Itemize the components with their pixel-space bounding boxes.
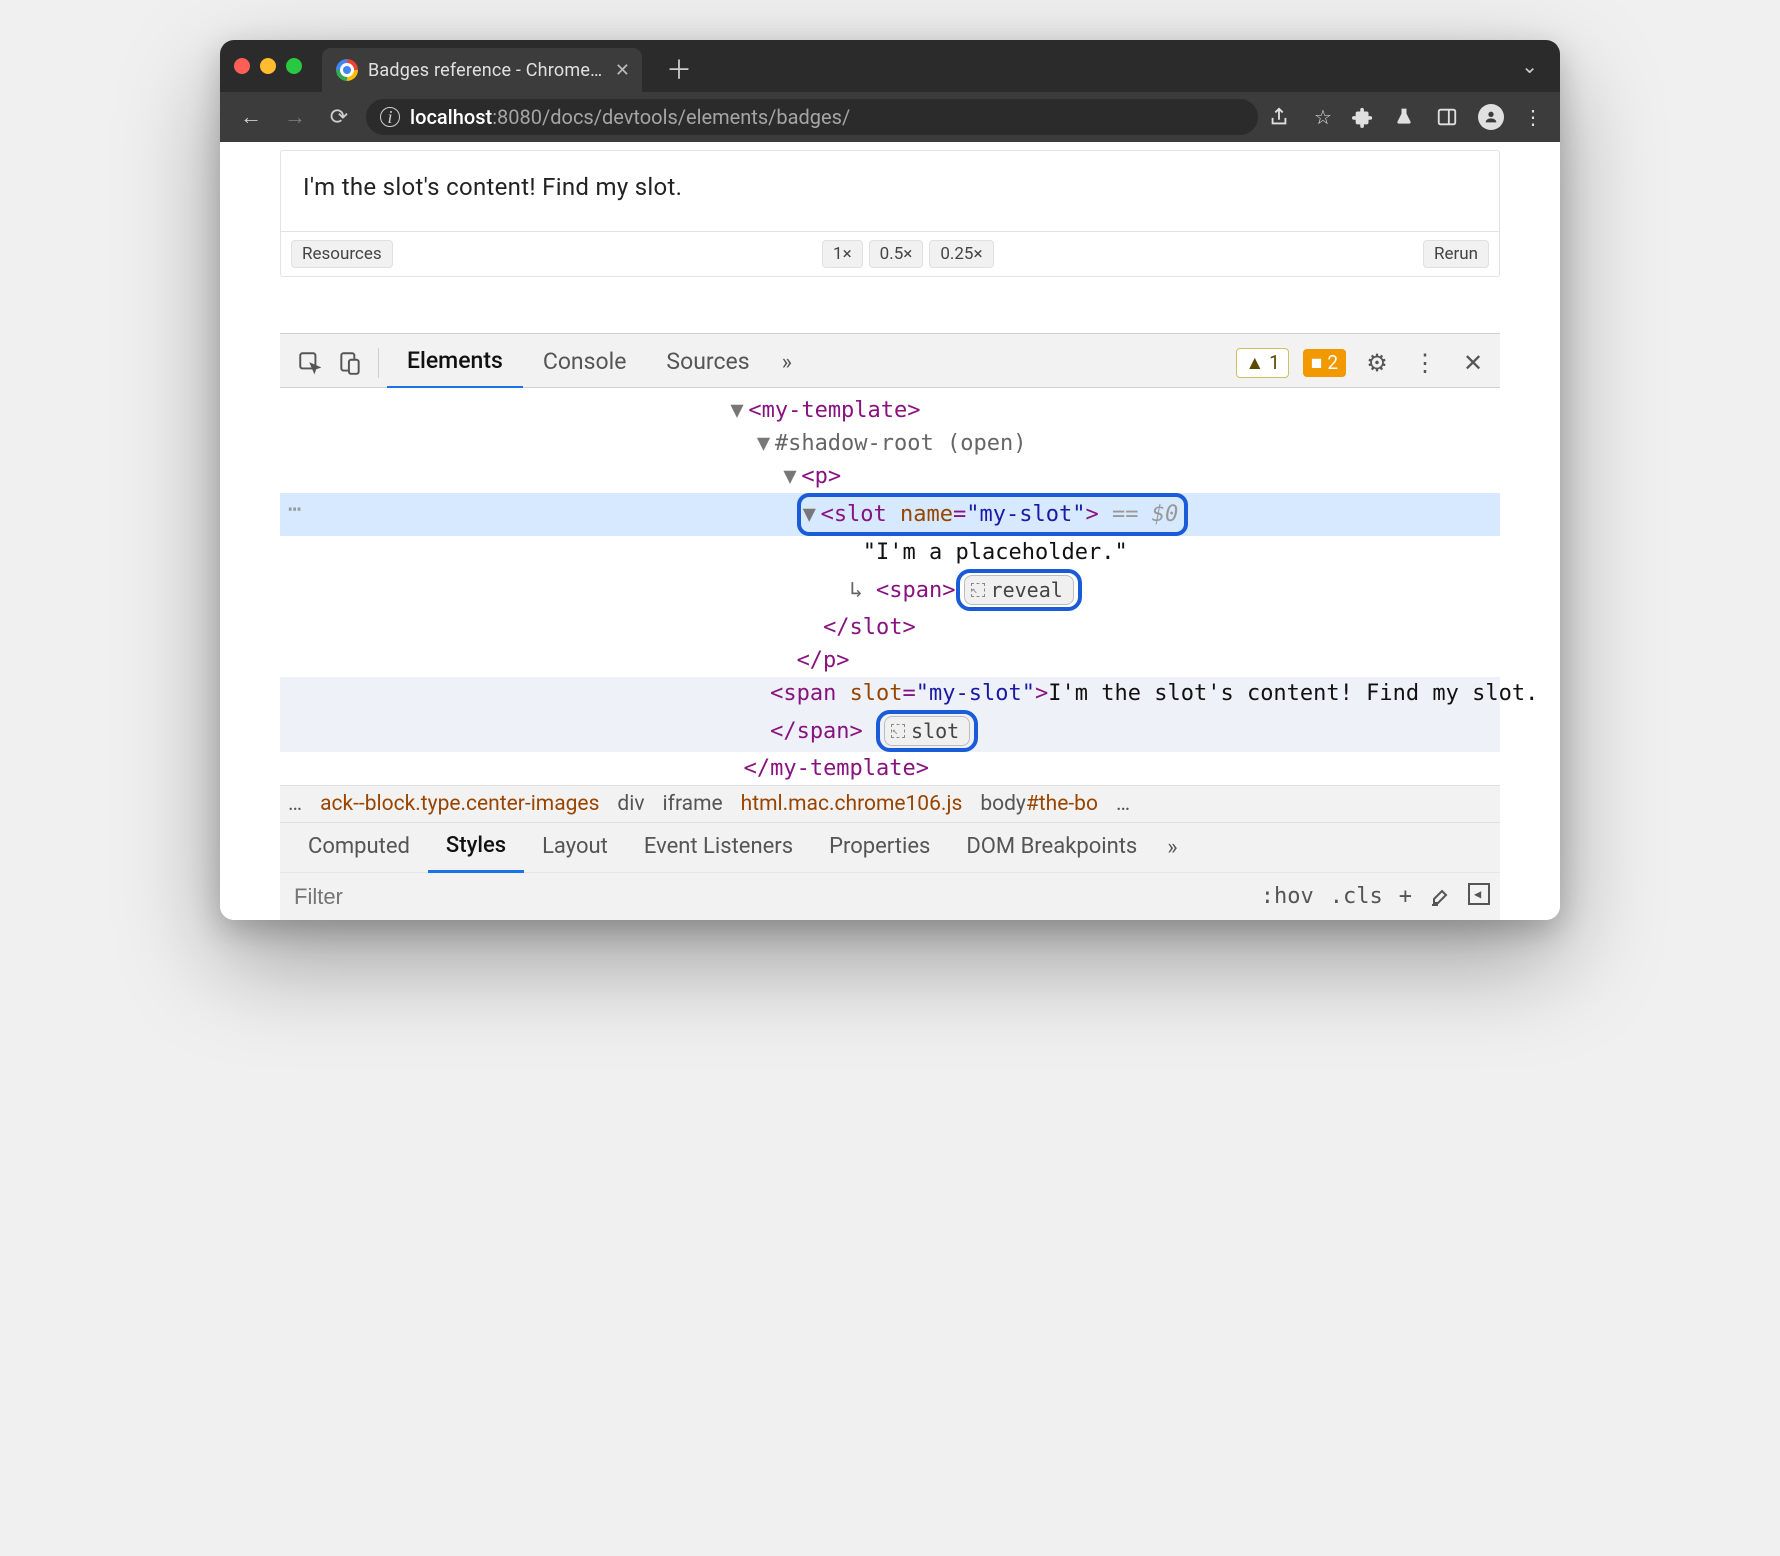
tab-event-listeners[interactable]: Event Listeners bbox=[626, 824, 811, 871]
devtools-panel: Elements Console Sources » ▲ 1 ■ 2 ⚙ ⋮ ✕… bbox=[280, 333, 1500, 920]
close-devtools-icon[interactable]: ✕ bbox=[1456, 349, 1490, 377]
separator bbox=[378, 348, 379, 378]
warnings-badge[interactable]: ▲ 1 bbox=[1236, 348, 1289, 378]
dom-node[interactable]: </my-template> bbox=[280, 752, 1500, 785]
styles-filter-bar: :hov .cls + bbox=[280, 872, 1500, 920]
demo-container: I'm the slot's content! Find my slot. Re… bbox=[280, 150, 1500, 277]
extensions-puzzle-icon[interactable] bbox=[1352, 106, 1378, 128]
titlebar: Badges reference - Chrome De ✕ ＋ ⌄ bbox=[220, 40, 1560, 92]
browser-tab[interactable]: Badges reference - Chrome De ✕ bbox=[322, 48, 642, 92]
breadcrumb-item[interactable]: div bbox=[617, 792, 644, 816]
url-input[interactable]: i localhost:8080/docs/devtools/elements/… bbox=[366, 99, 1258, 135]
url-host: localhost:8080/docs/devtools/elements/ba… bbox=[410, 105, 850, 129]
paint-brush-icon[interactable] bbox=[1428, 885, 1452, 909]
slot-badge[interactable]: slot bbox=[884, 716, 970, 746]
toolbar-actions: ☆ ⋮ bbox=[1268, 104, 1546, 130]
reveal-badge-highlight: reveal bbox=[956, 569, 1082, 611]
forward-button[interactable]: → bbox=[278, 104, 312, 130]
dom-slotted-node[interactable]: ↳ <span>reveal bbox=[280, 569, 1500, 611]
close-window-button[interactable] bbox=[234, 58, 250, 74]
side-panel-icon[interactable] bbox=[1436, 106, 1462, 128]
toggle-sidebar-icon[interactable] bbox=[1468, 883, 1490, 911]
row-actions-icon[interactable]: ⋯ bbox=[288, 493, 303, 526]
breadcrumb-ellipsis[interactable]: … bbox=[1116, 792, 1130, 816]
zoom-1x-button[interactable]: 1× bbox=[822, 240, 863, 268]
tab-layout[interactable]: Layout bbox=[524, 824, 626, 871]
browser-window: Badges reference - Chrome De ✕ ＋ ⌄ ← → ⟳… bbox=[220, 40, 1560, 920]
minimize-window-button[interactable] bbox=[260, 58, 276, 74]
settings-gear-icon[interactable]: ⚙ bbox=[1360, 349, 1394, 377]
device-toggle-icon[interactable] bbox=[330, 343, 370, 383]
demo-footer: Resources 1× 0.5× 0.25× Rerun bbox=[281, 231, 1499, 276]
kebab-menu-icon[interactable]: ⋮ bbox=[1520, 105, 1546, 129]
more-tabs-icon[interactable]: » bbox=[770, 350, 804, 375]
toggle-hover-button[interactable]: :hov bbox=[1261, 884, 1314, 909]
back-button[interactable]: ← bbox=[234, 104, 268, 130]
traffic-lights bbox=[234, 58, 302, 74]
breadcrumb-item[interactable]: iframe bbox=[663, 792, 723, 816]
errors-count: 2 bbox=[1327, 351, 1338, 374]
slot-badge-highlight: slot bbox=[876, 710, 978, 752]
breadcrumb-item[interactable]: html.mac.chrome106.js bbox=[741, 792, 963, 816]
labs-flask-icon[interactable] bbox=[1394, 106, 1420, 128]
address-bar: ← → ⟳ i localhost:8080/docs/devtools/ele… bbox=[220, 92, 1560, 142]
devtools-menu-icon[interactable]: ⋮ bbox=[1408, 349, 1442, 377]
dom-node[interactable]: </p> bbox=[280, 644, 1500, 677]
chrome-favicon-icon bbox=[336, 59, 358, 81]
reveal-icon bbox=[971, 583, 985, 597]
tab-list-chevron-icon[interactable]: ⌄ bbox=[1521, 54, 1538, 78]
tab-console[interactable]: Console bbox=[523, 338, 647, 387]
new-tab-button[interactable]: ＋ bbox=[652, 50, 706, 87]
dom-tree[interactable]: ▼<my-template> ▼#shadow-root (open) ▼<p>… bbox=[280, 388, 1500, 785]
dom-node-continued[interactable]: </span> slot bbox=[280, 710, 1500, 752]
tab-styles[interactable]: Styles bbox=[428, 823, 524, 873]
tab-computed[interactable]: Computed bbox=[290, 824, 428, 871]
dom-node[interactable]: ▼<my-template> bbox=[280, 394, 1500, 427]
styles-filter-input[interactable] bbox=[290, 884, 1245, 910]
new-style-rule-button[interactable]: + bbox=[1399, 884, 1412, 909]
tab-title: Badges reference - Chrome De bbox=[368, 60, 605, 81]
toggle-class-button[interactable]: .cls bbox=[1330, 884, 1383, 909]
profile-avatar-icon[interactable] bbox=[1478, 104, 1504, 130]
tab-dom-breakpoints[interactable]: DOM Breakpoints bbox=[948, 824, 1155, 871]
dom-node[interactable]: <span slot="my-slot">I'm the slot's cont… bbox=[280, 677, 1500, 710]
warnings-count: 1 bbox=[1269, 351, 1280, 374]
close-tab-icon[interactable]: ✕ bbox=[615, 60, 630, 81]
tab-elements[interactable]: Elements bbox=[387, 337, 523, 389]
breadcrumb-item[interactable]: ack--block.type.center-images bbox=[320, 792, 599, 816]
reveal-label: reveal bbox=[991, 575, 1063, 605]
tab-sources[interactable]: Sources bbox=[646, 338, 769, 387]
errors-badge[interactable]: ■ 2 bbox=[1303, 349, 1346, 377]
share-icon[interactable] bbox=[1268, 106, 1294, 128]
slot-icon bbox=[891, 724, 905, 738]
dom-node[interactable]: </slot> bbox=[280, 611, 1500, 644]
rerun-button[interactable]: Rerun bbox=[1423, 240, 1489, 268]
dom-text-node[interactable]: "I'm a placeholder." bbox=[280, 536, 1500, 569]
breadcrumb-item[interactable]: body#the-bo bbox=[980, 792, 1098, 816]
reveal-badge[interactable]: reveal bbox=[964, 575, 1074, 605]
zoom-quarter-button[interactable]: 0.25× bbox=[929, 240, 993, 268]
page-viewport: I'm the slot's content! Find my slot. Re… bbox=[220, 142, 1560, 920]
bookmark-star-icon[interactable]: ☆ bbox=[1310, 105, 1336, 129]
inspect-element-icon[interactable] bbox=[290, 343, 330, 383]
maximize-window-button[interactable] bbox=[286, 58, 302, 74]
selection-highlight: ▼<slot name="my-slot"> == $0 bbox=[797, 493, 1189, 536]
site-info-icon[interactable]: i bbox=[380, 107, 400, 127]
slot-badge-label: slot bbox=[911, 716, 959, 746]
zoom-half-button[interactable]: 0.5× bbox=[869, 240, 924, 268]
tab-properties[interactable]: Properties bbox=[811, 824, 948, 871]
dom-node-selected[interactable]: ⋯ ▼<slot name="my-slot"> == $0 bbox=[280, 493, 1500, 536]
devtools-tabs: Elements Console Sources » ▲ 1 ■ 2 ⚙ ⋮ ✕ bbox=[280, 334, 1500, 388]
dom-node-shadow-root[interactable]: ▼#shadow-root (open) bbox=[280, 427, 1500, 460]
breadcrumb-ellipsis[interactable]: … bbox=[288, 792, 302, 816]
dom-node[interactable]: ▼<p> bbox=[280, 460, 1500, 493]
demo-text: I'm the slot's content! Find my slot. bbox=[281, 151, 1499, 231]
styles-tabs: Computed Styles Layout Event Listeners P… bbox=[280, 822, 1500, 872]
resources-button[interactable]: Resources bbox=[291, 240, 393, 268]
reload-button[interactable]: ⟳ bbox=[322, 105, 356, 130]
more-styles-tabs-icon[interactable]: » bbox=[1155, 835, 1189, 860]
dom-breadcrumb[interactable]: … ack--block.type.center-images div ifra… bbox=[280, 785, 1500, 822]
